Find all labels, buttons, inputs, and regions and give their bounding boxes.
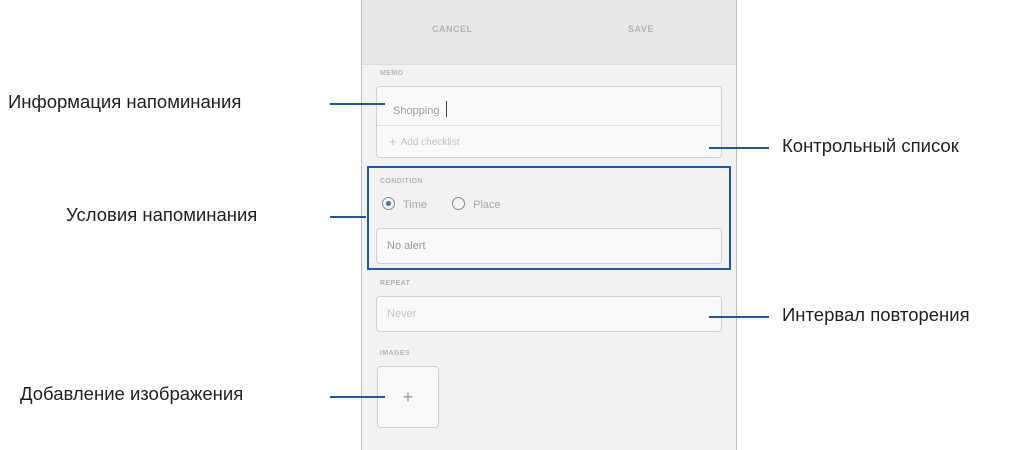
memo-text: Shopping [393,105,440,117]
callout-line-conditions [330,216,366,218]
repeat-placeholder: Never [387,308,417,320]
condition-highlight-frame [367,166,731,270]
memo-divider [377,125,721,126]
images-section-label: IMAGES [380,350,411,357]
reminder-editor: CANCEL SAVE MEMO Shopping + Add checklist… [361,0,737,450]
cancel-button[interactable]: CANCEL [432,24,473,34]
plus-icon: + [402,386,414,407]
save-button[interactable]: SAVE [628,24,654,34]
repeat-section-label: REPEAT [380,280,411,287]
memo-section-label: MEMO [380,70,404,77]
callout-add-image: Добавление изображения [20,383,244,404]
callout-checklist: Контрольный список [782,135,959,156]
callout-line-checklist [709,147,769,149]
add-checklist-label: Add checklist [400,137,460,148]
callout-memo-info: Информация напоминания [8,91,242,112]
add-checklist-button[interactable]: + Add checklist [389,134,460,149]
repeat-field[interactable]: Never [376,296,722,332]
text-cursor [445,101,447,117]
callout-repeat-interval: Интервал повторения [782,304,970,325]
toolbar: CANCEL SAVE [362,0,736,65]
memo-box: Shopping + Add checklist [376,86,722,158]
callout-conditions: Условия напоминания [66,204,258,225]
callout-line-repeat [709,316,769,318]
add-image-button[interactable]: + [377,366,439,428]
plus-icon: + [389,134,397,149]
callout-line-memo [330,103,385,105]
memo-input[interactable]: Shopping [393,101,447,117]
callout-line-add-image [330,396,385,398]
